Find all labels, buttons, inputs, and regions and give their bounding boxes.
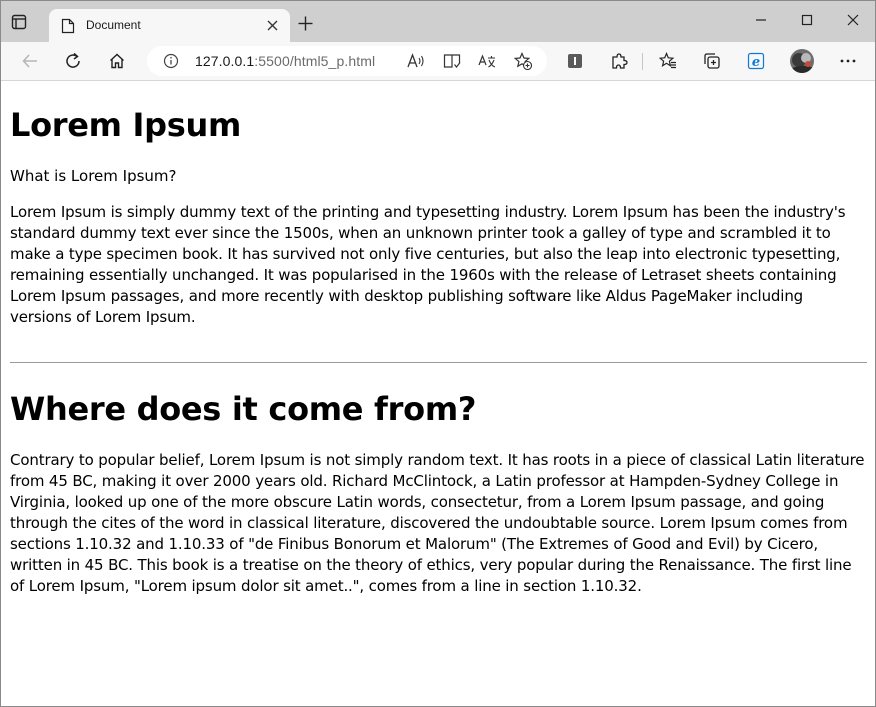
page-content: Lorem Ipsum What is Lorem Ipsum? Lorem I… <box>10 81 868 597</box>
url-text: 127.0.0.1:5500/html5_p.html <box>195 53 375 69</box>
translate-icon[interactable] <box>478 53 496 69</box>
address-bar[interactable]: 127.0.0.1:5500/html5_p.html <box>147 46 547 76</box>
toolbar-separator <box>642 53 643 70</box>
question-text: What is Lorem Ipsum? <box>10 167 177 185</box>
refresh-icon[interactable] <box>64 52 82 70</box>
home-icon[interactable] <box>108 52 126 70</box>
close-window-icon[interactable] <box>846 13 860 27</box>
url-path: :5500/html5_p.html <box>254 53 376 69</box>
read-aloud-icon[interactable] <box>407 53 425 69</box>
browser-toolbar: 127.0.0.1:5500/html5_p.html e <box>1 42 875 81</box>
horizontal-rule <box>10 362 867 363</box>
svg-text:e: e <box>752 55 760 70</box>
profile-avatar[interactable] <box>790 49 814 73</box>
more-icon[interactable] <box>839 52 857 70</box>
tab-strip: Document <box>1 1 875 42</box>
back-arrow-icon[interactable] <box>21 52 39 70</box>
immersive-reader-icon[interactable] <box>443 53 461 69</box>
new-tab-icon[interactable] <box>298 16 313 31</box>
tab-actions-icon[interactable] <box>11 14 27 30</box>
ie-mode-icon[interactable]: e <box>747 52 765 70</box>
tab-document[interactable]: Document <box>49 9 290 42</box>
maximize-icon[interactable] <box>800 13 814 27</box>
star-plus-icon[interactable] <box>514 52 532 70</box>
page-heading: Lorem Ipsum <box>10 106 242 144</box>
minimize-icon[interactable] <box>754 13 768 27</box>
info-icon[interactable] <box>163 53 179 69</box>
browser-window: Document 127.0.0.1:5500/html5_p.html e L… <box>0 0 876 707</box>
paragraph-lorem: Lorem Ipsum is simply dummy text of the … <box>10 203 846 326</box>
puzzle-icon[interactable] <box>610 52 628 70</box>
collections-icon[interactable] <box>703 52 721 70</box>
url-host: 127.0.0.1 <box>195 53 255 69</box>
tab-title: Document <box>86 18 141 32</box>
document-icon <box>61 18 75 34</box>
close-tab-icon[interactable] <box>267 20 278 31</box>
extension-icon[interactable] <box>566 52 584 70</box>
favorites-icon[interactable] <box>659 52 677 70</box>
section-heading: Where does it come from? <box>10 390 477 428</box>
paragraph-origin: Contrary to popular belief, Lorem Ipsum … <box>10 451 865 595</box>
